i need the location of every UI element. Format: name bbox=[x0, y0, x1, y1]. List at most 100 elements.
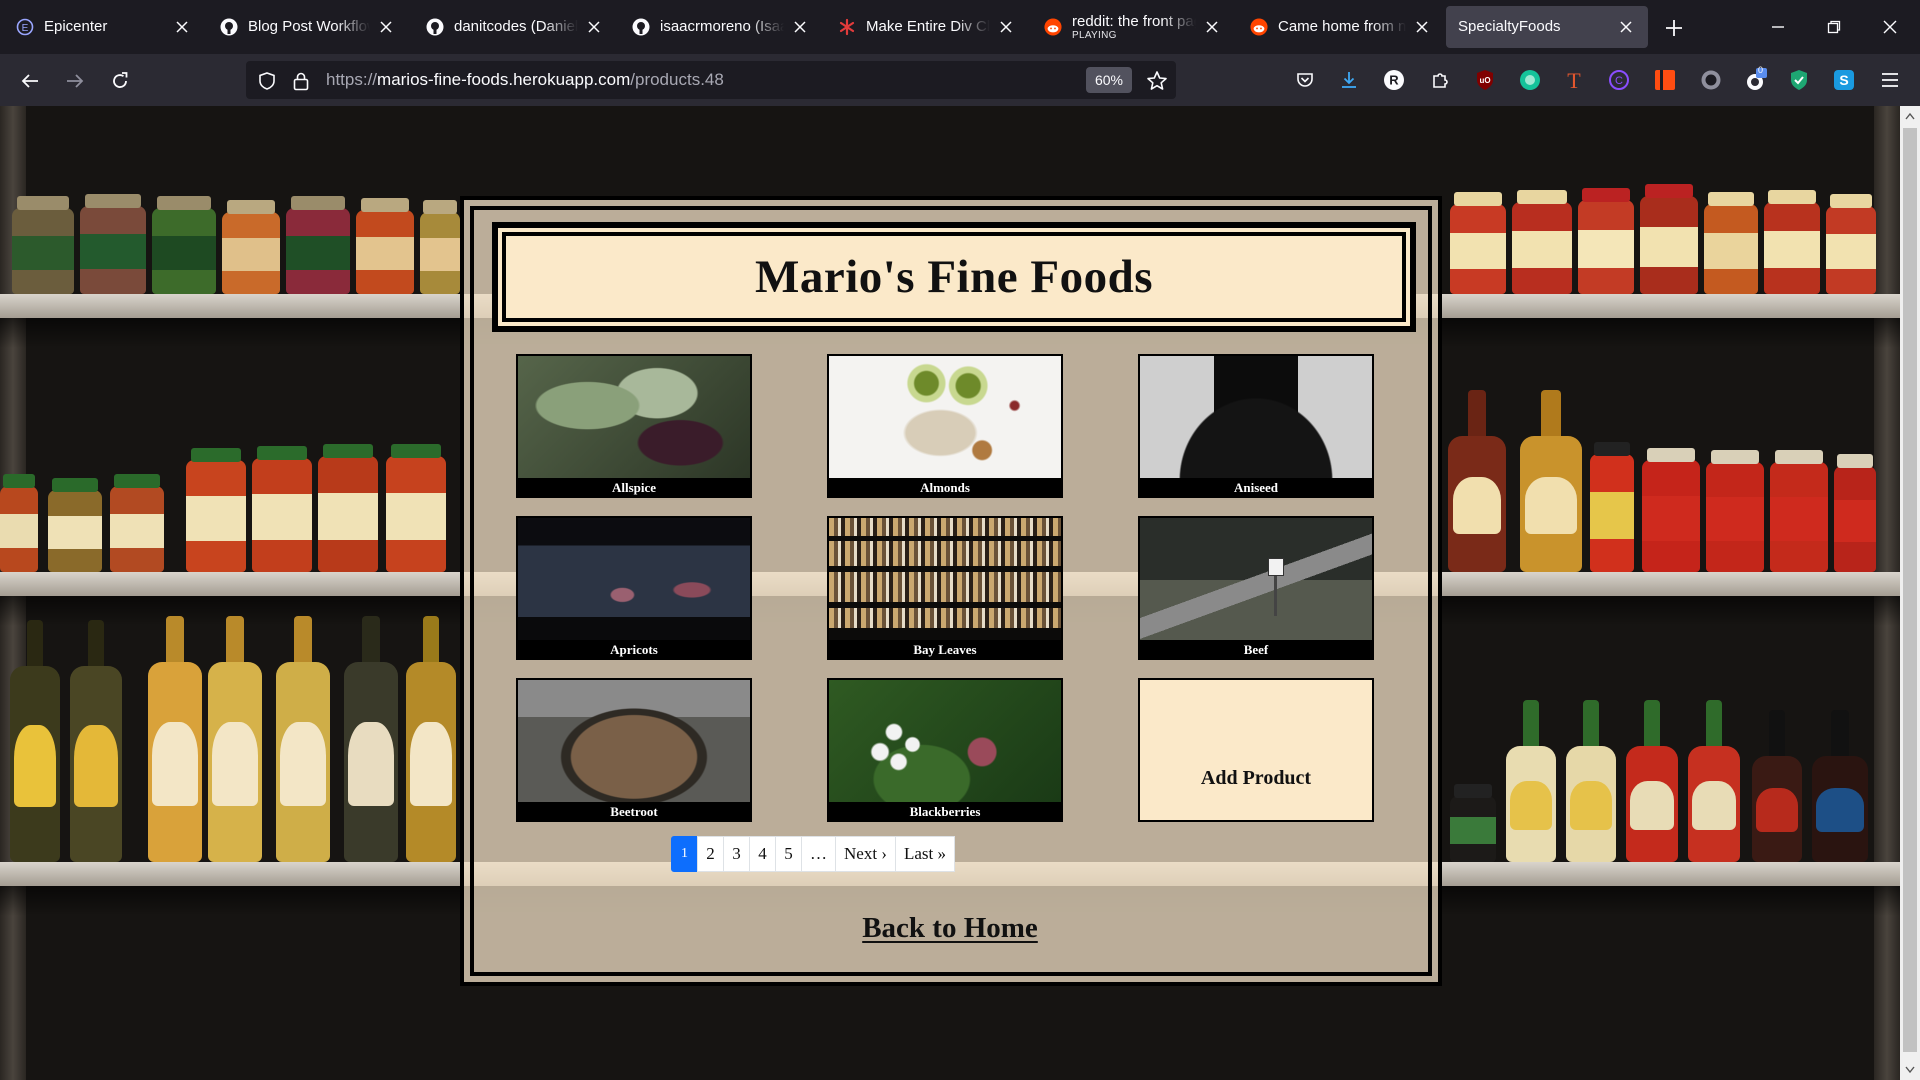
ublock-origin-icon[interactable]: uO bbox=[1471, 66, 1499, 94]
tab-specialtyfoods[interactable]: SpecialtyFoods bbox=[1446, 6, 1648, 48]
reload-button[interactable] bbox=[105, 66, 135, 96]
github-icon bbox=[426, 18, 444, 36]
product-card-blackberries[interactable]: Blackberries bbox=[827, 678, 1063, 822]
product-name: Aniseed bbox=[1140, 478, 1372, 496]
reddit-icon bbox=[1250, 18, 1268, 36]
forward-button[interactable] bbox=[60, 66, 90, 96]
page-5-button[interactable]: 5 bbox=[775, 836, 802, 872]
product-card-allspice[interactable]: Allspice bbox=[516, 354, 752, 498]
close-icon[interactable] bbox=[1412, 17, 1432, 37]
back-to-home-link[interactable]: Back to Home bbox=[862, 912, 1038, 944]
t-extension-icon[interactable]: T bbox=[1560, 66, 1588, 94]
jar-decor bbox=[1590, 442, 1634, 572]
close-icon[interactable] bbox=[172, 17, 192, 37]
back-to-home-container: Back to Home bbox=[0, 912, 1900, 945]
pocket-icon[interactable] bbox=[1291, 66, 1319, 94]
product-card-bay-leaves[interactable]: Bay Leaves bbox=[827, 516, 1063, 660]
product-image bbox=[1140, 518, 1372, 642]
product-image bbox=[829, 518, 1061, 642]
jar-decor bbox=[420, 200, 460, 294]
tab-danitcodes[interactable]: danitcodes (Danielle bbox=[414, 6, 616, 48]
tab-title: isaacrmoreno (Isaac bbox=[660, 18, 784, 36]
bbq-bottle-decor bbox=[1812, 710, 1868, 862]
last-page-button[interactable]: Last » bbox=[894, 836, 955, 872]
scroll-up-arrow-icon[interactable] bbox=[1900, 106, 1920, 126]
jar-decor bbox=[252, 446, 312, 572]
tab-make-entire-div-clickable[interactable]: Make Entire Div Click bbox=[826, 6, 1028, 48]
product-image bbox=[518, 518, 750, 642]
lock-icon[interactable] bbox=[286, 66, 316, 96]
restore-button[interactable] bbox=[1814, 10, 1854, 44]
tab-isaacrmoreno[interactable]: isaacrmoreno (Isaac bbox=[620, 6, 822, 48]
page-3-button[interactable]: 3 bbox=[723, 836, 750, 872]
dressing-bottle-decor bbox=[1626, 700, 1678, 862]
jar-decor bbox=[12, 196, 74, 294]
product-name: Beetroot bbox=[518, 802, 750, 820]
close-icon[interactable] bbox=[1616, 17, 1636, 37]
sauce-bottle-decor bbox=[1448, 390, 1506, 572]
product-card-almonds[interactable]: Almonds bbox=[827, 354, 1063, 498]
skype-extension-icon[interactable]: S bbox=[1830, 66, 1858, 94]
page-1-button[interactable]: 1 bbox=[671, 836, 698, 872]
bookmark-star-icon[interactable] bbox=[1142, 66, 1172, 96]
github-icon bbox=[632, 18, 650, 36]
reddit-icon bbox=[1044, 18, 1062, 36]
download-icon[interactable] bbox=[1335, 66, 1363, 94]
close-icon[interactable] bbox=[584, 17, 604, 37]
arrow-right-icon bbox=[67, 74, 84, 88]
product-card-beetroot[interactable]: Beetroot bbox=[516, 678, 752, 822]
grammar-extension-icon[interactable] bbox=[1516, 66, 1544, 94]
minimize-icon bbox=[1772, 26, 1784, 28]
hamburger-menu-icon[interactable] bbox=[1876, 66, 1904, 94]
product-name: Almonds bbox=[829, 478, 1061, 496]
zoom-level-button[interactable]: 60% bbox=[1086, 67, 1132, 93]
tab-reddit-front-page[interactable]: reddit: the front pagePLAYING bbox=[1032, 6, 1234, 48]
jar-decor bbox=[110, 474, 164, 572]
add-product-button[interactable]: Add Product bbox=[1138, 678, 1374, 822]
tab-epicenter[interactable]: E Epicenter bbox=[4, 6, 204, 48]
svg-text:R: R bbox=[1389, 73, 1399, 88]
jar-decor bbox=[222, 200, 280, 294]
shield-check-extension-icon[interactable] bbox=[1785, 66, 1813, 94]
new-tab-button[interactable] bbox=[1660, 14, 1688, 42]
svg-text:S: S bbox=[1839, 72, 1848, 88]
product-name: Beef bbox=[1140, 640, 1372, 658]
bottle-decor bbox=[406, 616, 456, 862]
scrollbar-thumb[interactable] bbox=[1903, 128, 1917, 1052]
puzzle-extensions-icon[interactable] bbox=[1426, 66, 1454, 94]
close-icon[interactable] bbox=[376, 17, 396, 37]
product-name: Bay Leaves bbox=[829, 640, 1061, 658]
privacy-badger-icon[interactable]: 0 bbox=[1741, 65, 1769, 94]
product-card-beef[interactable]: Beef bbox=[1138, 516, 1374, 660]
tab-came-home[interactable]: Came home from nic bbox=[1238, 6, 1444, 48]
bottle-decor bbox=[70, 620, 122, 862]
bottle-decor bbox=[276, 616, 330, 862]
scroll-down-arrow-icon[interactable] bbox=[1900, 1060, 1920, 1080]
product-card-aniseed[interactable]: Aniseed bbox=[1138, 354, 1374, 498]
plus-icon bbox=[1666, 20, 1682, 36]
epicenter-icon: E bbox=[16, 18, 34, 36]
minimize-button[interactable] bbox=[1758, 10, 1798, 44]
copyright-extension-icon[interactable]: C bbox=[1605, 66, 1633, 94]
close-icon[interactable] bbox=[996, 17, 1016, 37]
circle-extension-icon[interactable] bbox=[1697, 66, 1725, 94]
close-window-button[interactable] bbox=[1870, 10, 1910, 44]
page-4-button[interactable]: 4 bbox=[749, 836, 776, 872]
svg-text:C: C bbox=[1615, 75, 1623, 87]
close-icon[interactable] bbox=[1202, 17, 1222, 37]
url-text[interactable]: https://marios-fine-foods.herokuapp.com/… bbox=[326, 69, 724, 91]
page-2-button[interactable]: 2 bbox=[697, 836, 724, 872]
r-extension-icon[interactable]: R bbox=[1380, 66, 1408, 94]
jar-decor bbox=[80, 194, 146, 294]
shield-icon[interactable] bbox=[252, 66, 282, 96]
jar-decor bbox=[318, 444, 378, 572]
tab-blog-post-workflow[interactable]: Blog Post Workflow bbox=[208, 6, 408, 48]
close-icon[interactable] bbox=[790, 17, 810, 37]
next-page-button[interactable]: Next › bbox=[835, 836, 896, 872]
product-name: Allspice bbox=[518, 478, 750, 496]
product-card-apricots[interactable]: Apricots bbox=[516, 516, 752, 660]
bottle-decor bbox=[208, 616, 262, 862]
bottle-decor bbox=[344, 616, 398, 862]
back-button[interactable] bbox=[15, 66, 45, 96]
orange-bars-extension-icon[interactable] bbox=[1651, 66, 1679, 94]
